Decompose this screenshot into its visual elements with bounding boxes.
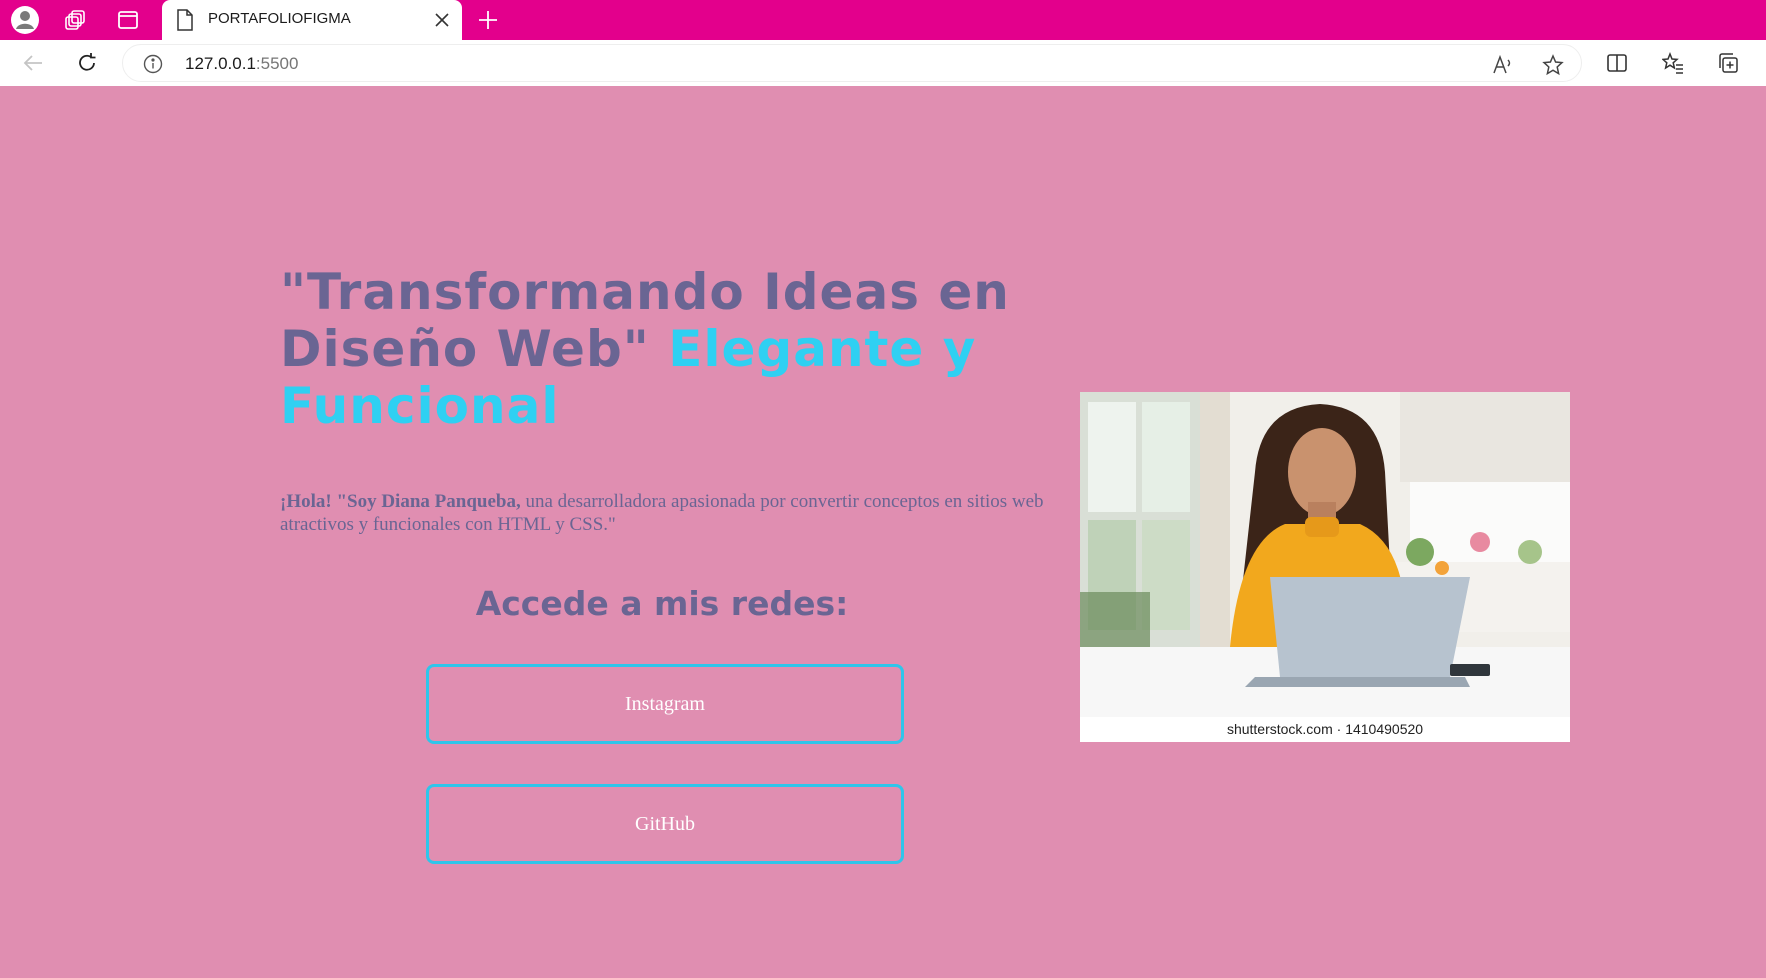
tab-strip: PORTAFOLIOFIGMA: [0, 0, 1766, 40]
social-networks-title: Accede a mis redes:: [475, 584, 849, 623]
photo-credit: shutterstock.com · 1410490520: [1226, 721, 1424, 737]
reload-icon[interactable]: [71, 47, 103, 79]
close-tab-icon[interactable]: [432, 10, 452, 30]
browser-toolbar: 127.0.0.1:5500: [0, 40, 1766, 86]
collections-icon[interactable]: [1712, 47, 1744, 79]
intro-greeting: ¡Hola! "Soy Diana Panqueba,: [280, 491, 521, 512]
new-tab-icon[interactable]: [474, 6, 502, 34]
active-tab[interactable]: PORTAFOLIOFIGMA: [162, 0, 462, 40]
page-viewport: "Transformando Ideas en Diseño Web" Eleg…: [2, 86, 1766, 978]
workspaces-icon[interactable]: [60, 4, 92, 36]
favorites-icon[interactable]: [1657, 47, 1689, 79]
page-icon: [177, 9, 193, 31]
site-info-icon[interactable]: [143, 54, 163, 74]
read-aloud-icon[interactable]: [1489, 51, 1517, 79]
favorite-star-icon[interactable]: [1539, 51, 1567, 79]
vertical-tabs-icon[interactable]: [112, 4, 144, 36]
instagram-button[interactable]: Instagram: [426, 664, 904, 744]
intro-paragraph: ¡Hola! "Soy Diana Panqueba, una desarrol…: [280, 490, 1060, 536]
split-screen-icon[interactable]: [1601, 47, 1633, 79]
address-bar[interactable]: 127.0.0.1:5500: [122, 44, 1582, 82]
back-icon[interactable]: [17, 47, 49, 79]
url-text[interactable]: 127.0.0.1:5500: [185, 54, 298, 74]
photo-woman-with-laptop: [1080, 392, 1570, 717]
hero-headline: "Transformando Ideas en Diseño Web" Eleg…: [280, 263, 1010, 435]
profile-avatar-icon[interactable]: [9, 4, 41, 36]
github-button[interactable]: GitHub: [426, 784, 904, 864]
tab-title: PORTAFOLIOFIGMA: [208, 10, 351, 27]
profile-photo: shutterstock.com · 1410490520: [1080, 392, 1570, 742]
